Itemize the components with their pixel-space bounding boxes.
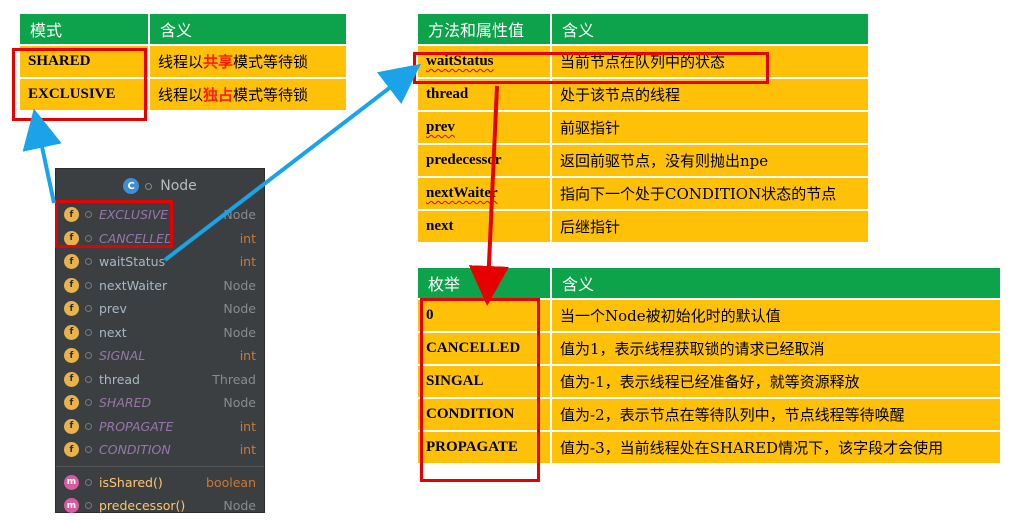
- arrows-overlay: [22, 63, 509, 306]
- arrow-to-mode-table: [22, 108, 62, 204]
- arrow-waitstatus-to-enum: [468, 85, 509, 306]
- arrow-to-waitstatus: [163, 63, 421, 262]
